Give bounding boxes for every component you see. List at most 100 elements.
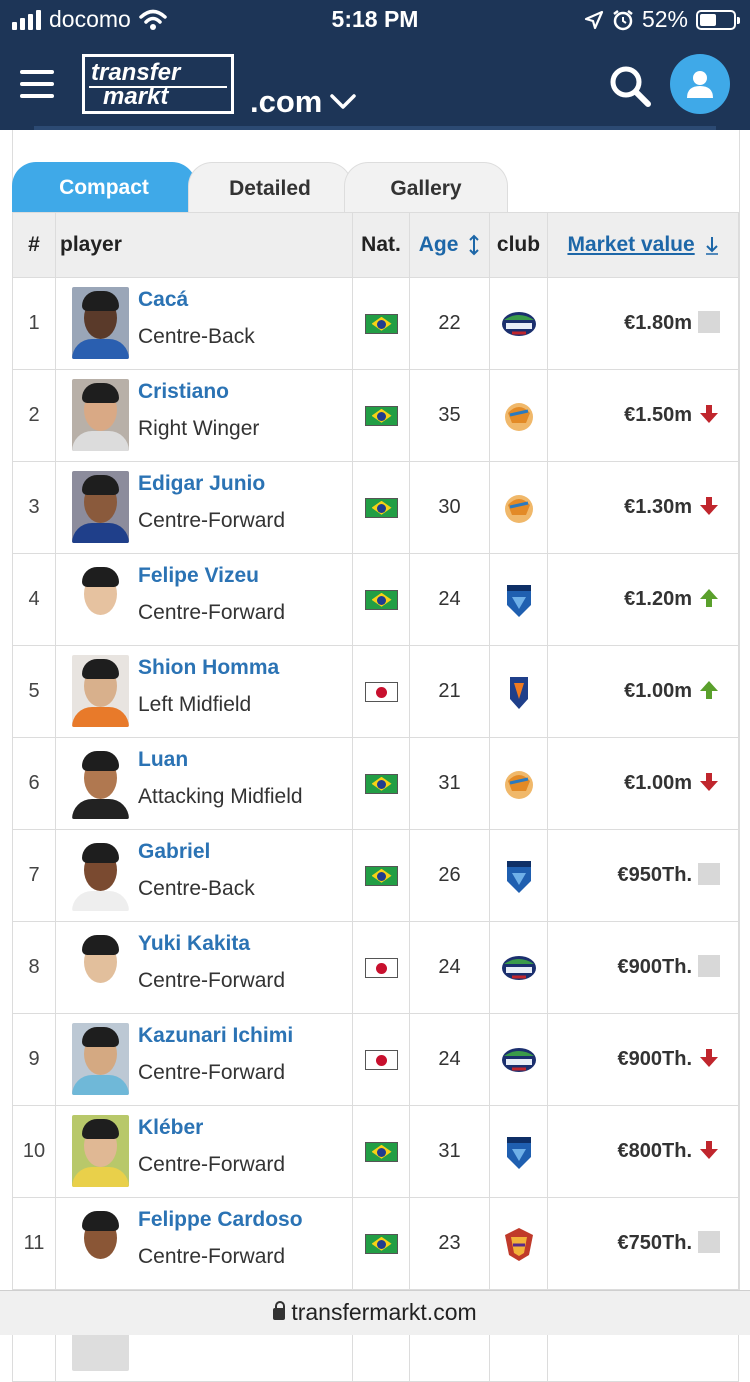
player-name-link[interactable]: Yuki Kakita (138, 932, 250, 956)
table-row[interactable]: 9 Kazunari Ichimi Centre-Forward 24 €900Th. (12, 1013, 739, 1106)
club-cell (489, 921, 548, 1014)
nationality-cell (352, 921, 410, 1014)
search-icon[interactable] (608, 64, 652, 108)
table-row[interactable]: 8 Yuki Kakita Centre-Forward 24 €900Th. (12, 921, 739, 1014)
nationality-cell (352, 369, 410, 462)
arrow-down-icon (700, 1140, 718, 1159)
table-row[interactable]: 7 Gabriel Centre-Back 26 €950Th. (12, 829, 739, 922)
club-crest-icon[interactable] (500, 857, 538, 895)
chevron-down-icon[interactable] (330, 94, 356, 110)
player-name-link[interactable]: Edigar Junio (138, 472, 265, 496)
player-photo[interactable] (72, 1207, 129, 1279)
browser-url[interactable]: transfermarkt.com (291, 1299, 476, 1325)
players-table: # player Nat. Age club Market value 1 Cac… (12, 212, 739, 1382)
location-icon (584, 10, 604, 29)
nationality-cell (352, 553, 410, 646)
player-photo[interactable] (72, 839, 129, 911)
club-crest-icon[interactable] (500, 949, 538, 987)
club-cell (489, 461, 548, 554)
player-position: Centre-Forward (138, 509, 286, 532)
no-change-icon (698, 310, 720, 333)
club-cell (489, 737, 548, 830)
tab-detailed[interactable]: Detailed (188, 162, 352, 212)
market-value-cell: €1.00m (547, 645, 739, 738)
sort-updown-icon[interactable] (468, 234, 480, 256)
player-cell: Kazunari Ichimi Centre-Forward (55, 1013, 353, 1106)
player-photo[interactable] (72, 379, 129, 451)
player-photo[interactable] (72, 1115, 129, 1187)
player-photo[interactable] (72, 655, 129, 727)
player-name-link[interactable]: Gabriel (138, 840, 210, 864)
player-cell: Felippe Cardoso Centre-Forward (55, 1197, 353, 1290)
age-cell: 24 (409, 921, 490, 1014)
player-name-link[interactable]: Shion Homma (138, 656, 279, 680)
header-age[interactable]: Age (409, 212, 490, 278)
player-photo[interactable] (72, 471, 129, 543)
club-cell (489, 1013, 548, 1106)
player-cell: Shion Homma Left Midfield (55, 645, 353, 738)
club-crest-icon[interactable] (500, 581, 538, 619)
market-value-cell: €900Th. (547, 1013, 739, 1106)
player-name-link[interactable]: Luan (138, 748, 188, 772)
header-rank: # (12, 212, 56, 278)
age-cell: 24 (409, 1013, 490, 1106)
player-position: Centre-Back (138, 325, 255, 348)
player-photo[interactable] (72, 287, 129, 359)
table-row[interactable]: 10 Kléber Centre-Forward 31 €800Th. (12, 1105, 739, 1198)
arrow-down-icon (700, 404, 718, 423)
player-position: Centre-Forward (138, 1245, 286, 1268)
market-value: €900Th. (617, 1048, 692, 1070)
table-row[interactable]: 11 Felippe Cardoso Centre-Forward 23 €750Th. (12, 1197, 739, 1290)
club-crest-icon[interactable] (500, 765, 538, 803)
club-crest-icon[interactable] (500, 1225, 538, 1263)
domain-selector[interactable]: .com (250, 84, 322, 120)
flag-brazil-icon (364, 1141, 398, 1162)
club-crest-icon[interactable] (500, 1133, 538, 1171)
table-row[interactable]: 1 Cacá Centre-Back 22 €1.80m (12, 277, 739, 370)
player-name-link[interactable]: Felipe Vizeu (138, 564, 259, 588)
market-value: €1.30m (624, 496, 692, 518)
player-name-link[interactable]: Kléber (138, 1116, 203, 1140)
account-button[interactable] (670, 54, 730, 114)
nationality-cell (352, 1105, 410, 1198)
rank-cell: 8 (12, 921, 56, 1014)
table-row[interactable]: 6 Luan Attacking Midfield 31 €1.00m (12, 737, 739, 830)
age-cell: 24 (409, 553, 490, 646)
sort-down-icon[interactable] (705, 235, 719, 256)
rank-cell: 5 (12, 645, 56, 738)
club-crest-icon[interactable] (500, 673, 538, 711)
table-row[interactable]: 3 Edigar Junio Centre-Forward 30 €1.30m (12, 461, 739, 554)
club-crest-icon[interactable] (500, 489, 538, 527)
player-name-link[interactable]: Felippe Cardoso (138, 1208, 303, 1232)
club-crest-icon[interactable] (500, 305, 538, 343)
tab-gallery[interactable]: Gallery (344, 162, 508, 212)
player-name-link[interactable]: Cristiano (138, 380, 229, 404)
browser-address-bar[interactable]: transfermarkt.com (0, 1290, 750, 1335)
club-crest-icon[interactable] (500, 397, 538, 435)
nationality-cell (352, 277, 410, 370)
player-name-link[interactable]: Kazunari Ichimi (138, 1024, 293, 1048)
table-row[interactable]: 2 Cristiano Right Winger 35 €1.50m (12, 369, 739, 462)
player-position: Centre-Forward (138, 969, 286, 992)
header-market-value-label[interactable]: Market value (567, 233, 694, 256)
site-logo[interactable]: transfer markt (82, 54, 234, 114)
header-market-value[interactable]: Market value (547, 212, 739, 278)
player-photo[interactable] (72, 563, 129, 635)
rank-cell: 7 (12, 829, 56, 922)
player-photo[interactable] (72, 931, 129, 1003)
view-tabs: Compact Detailed Gallery (12, 162, 738, 212)
table-row[interactable]: 5 Shion Homma Left Midfield 21 €1.00m (12, 645, 739, 738)
header-age-label[interactable]: Age (419, 233, 459, 256)
arrow-up-icon (700, 588, 718, 607)
player-photo[interactable] (72, 747, 129, 819)
table-row[interactable]: 4 Felipe Vizeu Centre-Forward 24 €1.20m (12, 553, 739, 646)
club-crest-icon[interactable] (500, 1041, 538, 1079)
tab-compact[interactable]: Compact (12, 162, 196, 212)
flag-brazil-icon (364, 497, 398, 518)
player-name-link[interactable]: Cacá (138, 288, 188, 312)
menu-icon[interactable] (20, 70, 54, 98)
player-photo[interactable] (72, 1023, 129, 1095)
player-cell: Cacá Centre-Back (55, 277, 353, 370)
player-cell: Yuki Kakita Centre-Forward (55, 921, 353, 1014)
flag-brazil-icon (364, 773, 398, 794)
